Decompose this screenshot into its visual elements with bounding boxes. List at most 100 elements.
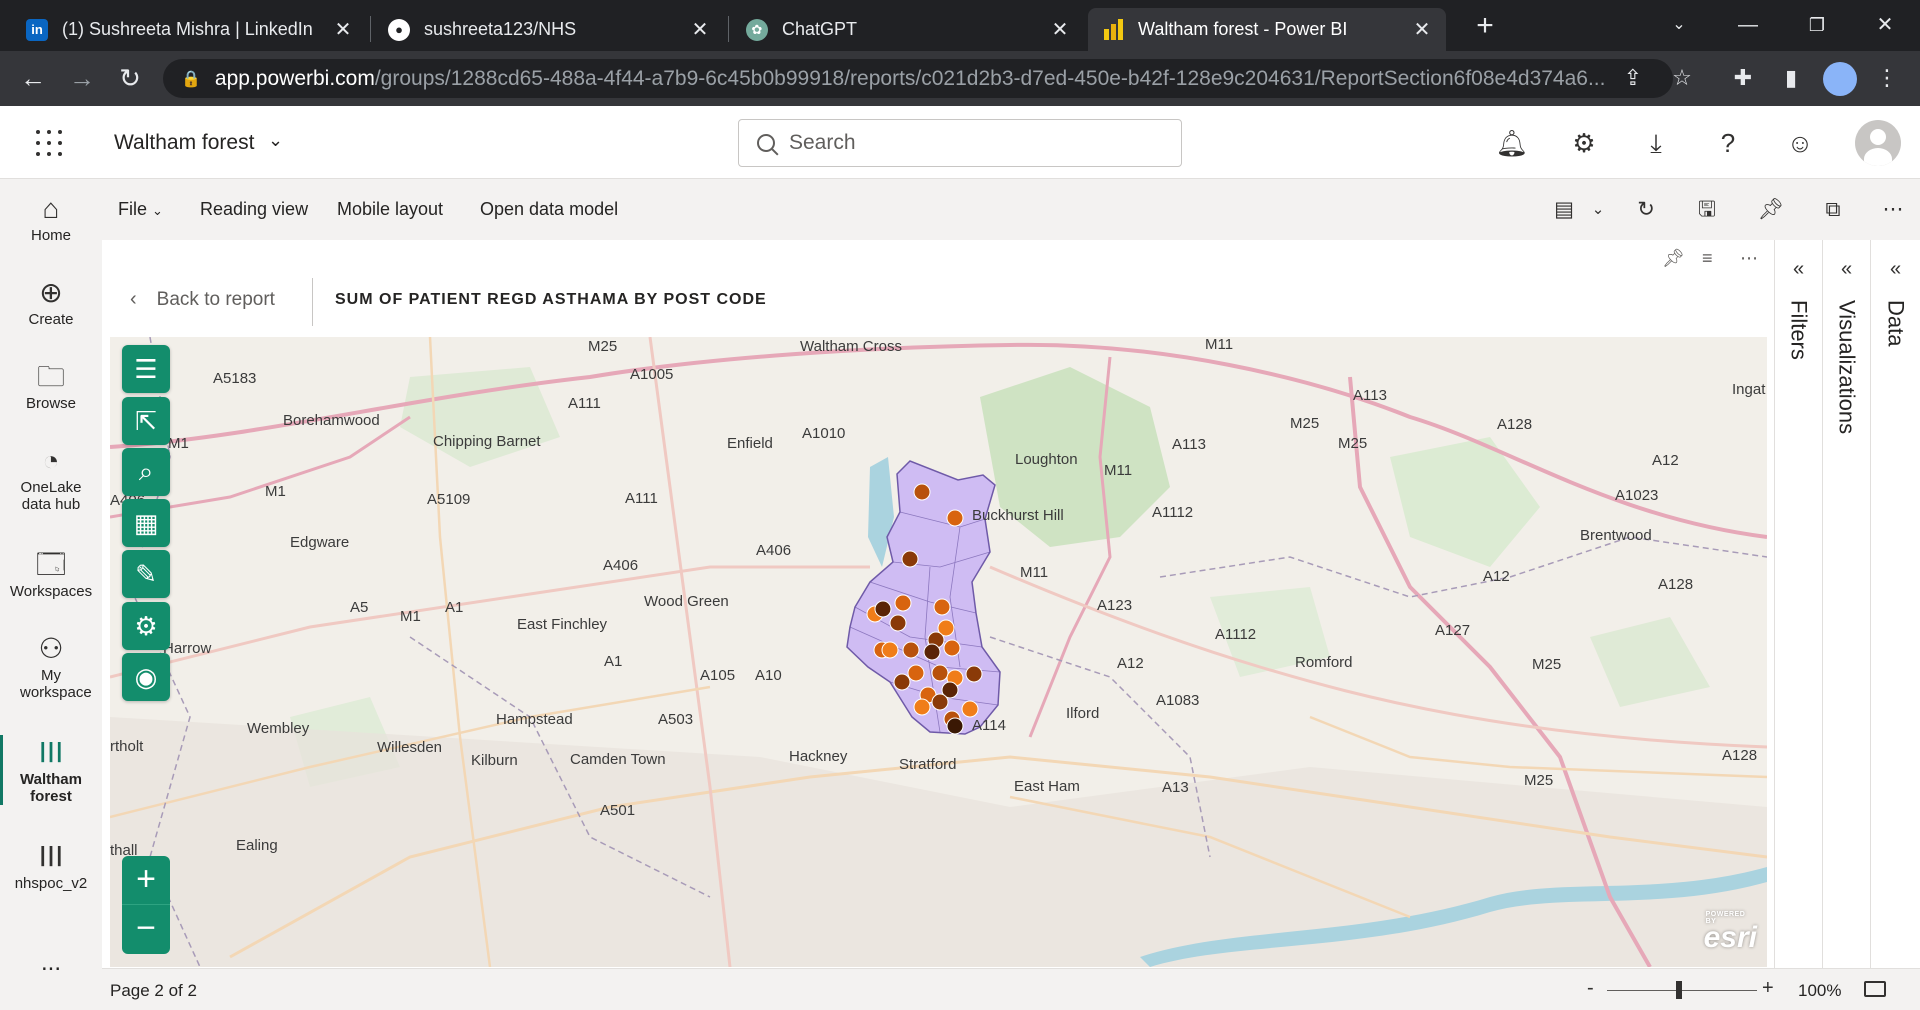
chevron-double-left-icon[interactable]: « — [1775, 258, 1822, 281]
browser-menu-icon[interactable]: ⋮ — [1872, 63, 1902, 93]
data-point[interactable] — [943, 639, 961, 657]
map-select-button[interactable]: ⇱ — [122, 397, 170, 445]
data-point[interactable] — [874, 600, 892, 618]
data-pane[interactable]: « Data — [1870, 240, 1920, 968]
more-options-icon[interactable]: ⋯ — [1740, 248, 1758, 269]
reading-view-button[interactable]: Reading view — [200, 199, 308, 220]
zoom-out-button[interactable]: - — [1587, 977, 1594, 1000]
forward-arrow-icon[interactable]: → — [64, 61, 100, 97]
fit-to-page-icon[interactable] — [1864, 981, 1886, 997]
chevron-double-left-icon[interactable]: « — [1823, 258, 1870, 281]
data-point[interactable] — [913, 483, 931, 501]
map-canvas[interactable]: Waltham Cross A5183 Borehamwood Chipping… — [110, 337, 1767, 967]
zoom-slider-thumb[interactable] — [1676, 981, 1682, 999]
help-icon[interactable]: ? — [1710, 126, 1746, 162]
data-point[interactable] — [933, 598, 951, 616]
back-arrow-icon[interactable]: ← — [15, 61, 51, 97]
close-icon[interactable]: ✕ — [1412, 17, 1432, 42]
browser-tab[interactable]: in (1) Sushreeta Mishra | LinkedIn ✕ — [12, 8, 367, 51]
new-tab-button[interactable]: + — [1468, 10, 1502, 44]
data-point[interactable] — [894, 594, 912, 612]
nav-home[interactable]: ⌂ Home — [0, 191, 102, 244]
zoom-slider-track[interactable] — [1607, 990, 1757, 991]
teams-icon[interactable]: ⧉ — [1818, 196, 1848, 226]
feedback-smiley-icon[interactable]: ☺ — [1782, 126, 1818, 162]
back-to-report-button[interactable]: ‹ Back to report — [130, 288, 275, 311]
restore-button[interactable]: ❐ — [1792, 8, 1842, 44]
map-visual[interactable]: Waltham Cross A5183 Borehamwood Chipping… — [110, 337, 1767, 967]
more-options-icon[interactable]: ⋯ — [1878, 196, 1908, 226]
zoom-in-button[interactable]: + — [1762, 977, 1774, 1000]
close-window-button[interactable]: ✕ — [1860, 8, 1910, 44]
map-menu-button[interactable]: ☰ — [122, 345, 170, 393]
file-menu[interactable]: File ⌄ — [118, 199, 163, 220]
comment-icon[interactable]: ▤ — [1549, 196, 1579, 226]
visualizations-pane[interactable]: « Visualizations — [1822, 240, 1870, 968]
data-point[interactable] — [961, 700, 979, 718]
filter-icon[interactable]: ≡ — [1702, 248, 1713, 269]
tab-search-icon[interactable]: ⌄ — [1654, 8, 1704, 44]
nav-create[interactable]: ⊕ Create — [0, 275, 102, 328]
refresh-icon[interactable]: ↻ — [1631, 196, 1661, 226]
data-point[interactable] — [907, 664, 925, 682]
data-point[interactable] — [931, 693, 949, 711]
filters-pane-label[interactable]: Filters — [1786, 300, 1812, 360]
chevron-down-icon[interactable]: ⌄ — [268, 130, 283, 151]
map-account-button[interactable]: ◉ — [122, 653, 170, 701]
data-point[interactable] — [913, 698, 931, 716]
zoom-in-button[interactable]: + — [122, 856, 170, 905]
browser-tab[interactable]: ● sushreeta123/NHS ✕ — [374, 8, 724, 51]
filters-pane[interactable]: « Filters — [1774, 240, 1822, 968]
app-launcher-icon[interactable] — [36, 130, 64, 158]
nav-browse[interactable]: 🗀 Browse — [0, 359, 102, 412]
data-point[interactable] — [923, 643, 941, 661]
data-point[interactable] — [931, 664, 949, 682]
search-input[interactable]: Search — [738, 119, 1182, 167]
chevron-double-left-icon[interactable]: « — [1871, 258, 1920, 281]
close-icon[interactable]: ✕ — [333, 17, 353, 42]
pin-visual-icon[interactable]: 📌︎ — [1662, 248, 1685, 269]
data-point[interactable] — [946, 717, 964, 735]
visualizations-pane-label[interactable]: Visualizations — [1834, 300, 1860, 434]
map-basemap-button[interactable]: ▦ — [122, 499, 170, 547]
data-point[interactable] — [965, 665, 983, 683]
close-icon[interactable]: ✕ — [690, 17, 710, 42]
map-analysis-button[interactable]: ✎ — [122, 550, 170, 598]
map-search-button[interactable]: ⌕ — [122, 448, 170, 496]
download-icon[interactable]: ⤓ — [1638, 126, 1674, 162]
data-point[interactable] — [889, 614, 907, 632]
browser-profile-avatar[interactable] — [1823, 62, 1857, 96]
extensions-icon[interactable]: ✚ — [1728, 63, 1758, 93]
pin-icon[interactable]: 📌︎ — [1756, 196, 1786, 226]
nav-nhspoc-v2[interactable]: ⅠⅠⅠ nhspoc_v2 — [0, 839, 102, 892]
side-panel-icon[interactable]: ▮ — [1776, 63, 1806, 93]
data-pane-label[interactable]: Data — [1883, 300, 1909, 346]
chevron-down-icon[interactable]: ⌄ — [1583, 196, 1613, 226]
nav-more-button[interactable]: ... — [0, 949, 102, 977]
account-avatar[interactable] — [1855, 120, 1901, 166]
data-point[interactable] — [893, 673, 911, 691]
save-icon[interactable]: 🖫 — [1692, 196, 1722, 226]
bookmark-star-icon[interactable]: ☆ — [1667, 63, 1697, 93]
close-icon[interactable]: ✕ — [1050, 17, 1070, 42]
nav-waltham-forest[interactable]: ⅠⅠⅠ Waltham forest — [0, 735, 102, 805]
mobile-layout-button[interactable]: Mobile layout — [337, 199, 443, 220]
bell-icon[interactable]: 🔔︎ — [1494, 126, 1530, 162]
data-point[interactable] — [901, 550, 919, 568]
data-point[interactable] — [902, 641, 920, 659]
url-field[interactable]: 🔒 app.powerbi.com /groups/1288cd65-488a-… — [163, 59, 1673, 98]
map-settings-button[interactable]: ⚙ — [122, 602, 170, 650]
nav-onelake-data-hub[interactable]: ◔ OneLake data hub — [0, 443, 102, 513]
gear-icon[interactable]: ⚙ — [1566, 126, 1602, 162]
browser-tab-active[interactable]: Waltham forest - Power BI ✕ — [1088, 8, 1446, 51]
nav-workspaces[interactable]: 🗔 Workspaces — [0, 547, 102, 600]
reload-icon[interactable]: ↻ — [112, 61, 148, 97]
share-icon[interactable]: ⇪ — [1618, 63, 1648, 93]
browser-tab[interactable]: ✿ ChatGPT ✕ — [732, 8, 1084, 51]
open-data-model-button[interactable]: Open data model — [480, 199, 618, 220]
workspace-title[interactable]: Waltham forest — [114, 131, 254, 155]
data-point[interactable] — [946, 509, 964, 527]
nav-my-workspace[interactable]: ⚇ My workspace — [0, 631, 102, 701]
minimize-button[interactable]: — — [1723, 8, 1773, 44]
data-point[interactable] — [881, 641, 899, 659]
